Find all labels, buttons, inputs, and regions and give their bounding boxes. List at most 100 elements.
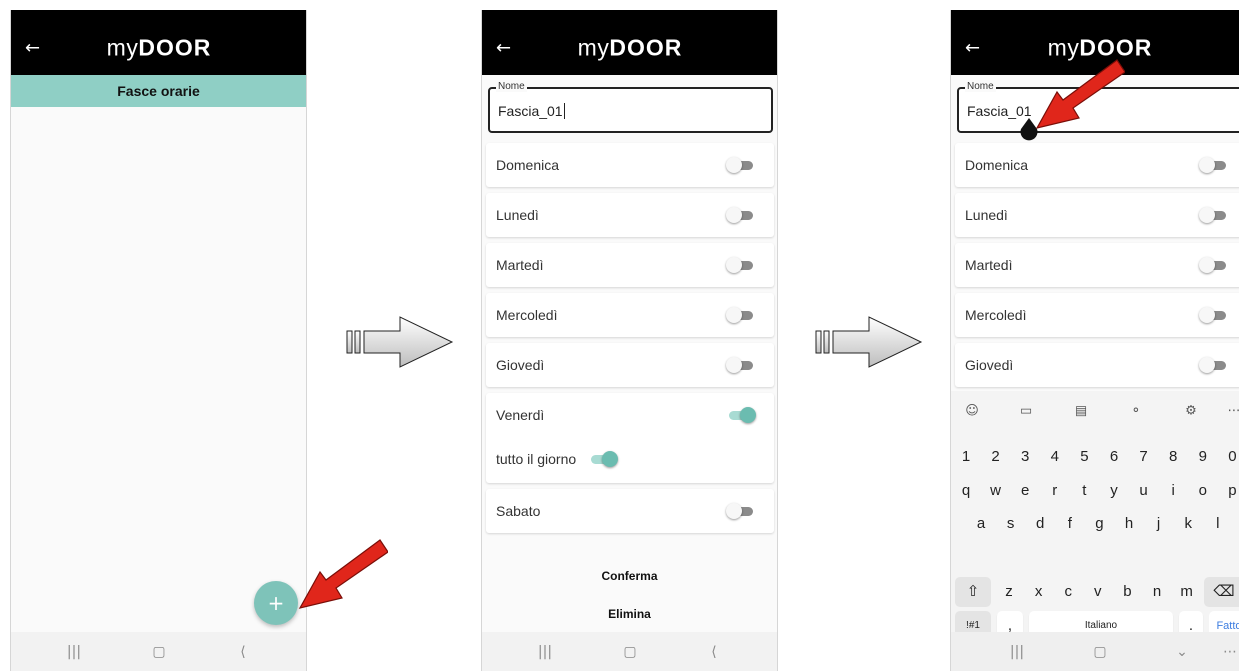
key-e[interactable]: e: [1012, 476, 1038, 506]
all-day-toggle[interactable]: [588, 451, 618, 467]
key-x[interactable]: x: [1026, 577, 1052, 607]
key-y[interactable]: y: [1101, 476, 1127, 506]
pointer-arrow-icon: [298, 539, 388, 609]
page-title: Fasce orarie: [11, 75, 306, 107]
key-k[interactable]: k: [1175, 509, 1201, 539]
key-b[interactable]: b: [1114, 577, 1140, 607]
day-row-monday: Lunedì: [955, 193, 1239, 237]
notes-icon[interactable]: ▤: [1075, 404, 1087, 419]
back-arrow-icon[interactable]: ←: [965, 38, 980, 59]
saturday-toggle[interactable]: [726, 503, 756, 519]
key-3[interactable]: 3: [1012, 442, 1038, 472]
home-icon[interactable]: ▢: [152, 644, 165, 660]
recent-apps-icon[interactable]: |||: [1010, 644, 1024, 660]
key-i[interactable]: i: [1160, 476, 1186, 506]
nav-back-icon[interactable]: ⟨: [711, 644, 716, 660]
backspace-key[interactable]: ⌫: [1204, 577, 1239, 607]
key-6[interactable]: 6: [1101, 442, 1127, 472]
day-row-thursday: Giovedì: [955, 343, 1239, 387]
home-icon[interactable]: ▢: [1093, 644, 1106, 660]
key-z[interactable]: z: [996, 577, 1022, 607]
mic-icon[interactable]: ⚬: [1131, 404, 1142, 419]
screen-time-slot-form: ← myDOOR Nome Fascia_01 Domenica Lunedì …: [481, 10, 778, 671]
key-0[interactable]: 0: [1219, 442, 1239, 472]
step-arrow-icon: [346, 316, 454, 368]
key-1[interactable]: 1: [953, 442, 979, 472]
system-nav-bar: ||| ▢ ⟨: [482, 632, 777, 671]
back-arrow-icon[interactable]: ←: [25, 38, 40, 59]
monday-toggle[interactable]: [726, 207, 756, 223]
recent-apps-icon[interactable]: |||: [67, 644, 81, 660]
day-row-saturday: Sabato: [486, 489, 774, 533]
keyboard-toolbar: ☺ ▭ ▤ ⚬ ⚙ ⋯: [951, 391, 1239, 431]
key-a[interactable]: a: [968, 509, 994, 539]
sunday-toggle[interactable]: [1199, 157, 1229, 173]
clipboard-icon[interactable]: ▭: [1020, 404, 1032, 419]
keyboard-switch-icon[interactable]: ⋯: [1223, 644, 1237, 660]
key-m[interactable]: m: [1174, 577, 1200, 607]
thursday-toggle[interactable]: [1199, 357, 1229, 373]
key-h[interactable]: h: [1116, 509, 1142, 539]
friday-toggle[interactable]: [726, 407, 756, 423]
thursday-toggle[interactable]: [726, 357, 756, 373]
key-4[interactable]: 4: [1042, 442, 1068, 472]
text-cursor: [563, 103, 565, 119]
all-day-label: tutto il giorno: [496, 451, 577, 467]
key-d[interactable]: d: [1027, 509, 1053, 539]
shift-key[interactable]: ⇧: [955, 577, 991, 607]
name-field-label: Nome: [496, 81, 527, 92]
system-nav-bar: ||| ▢ ⌄ ⋯: [951, 632, 1239, 671]
back-arrow-icon[interactable]: ←: [496, 38, 511, 59]
key-l[interactable]: l: [1205, 509, 1231, 539]
key-p[interactable]: p: [1219, 476, 1239, 506]
key-g[interactable]: g: [1086, 509, 1112, 539]
emoji-icon[interactable]: ☺: [965, 404, 979, 419]
key-7[interactable]: 7: [1131, 442, 1157, 472]
key-s[interactable]: s: [998, 509, 1024, 539]
key-u[interactable]: u: [1131, 476, 1157, 506]
app-bar: ← myDOOR: [482, 10, 777, 75]
key-c[interactable]: c: [1055, 577, 1081, 607]
key-5[interactable]: 5: [1071, 442, 1097, 472]
key-8[interactable]: 8: [1160, 442, 1186, 472]
key-2[interactable]: 2: [983, 442, 1009, 472]
name-field[interactable]: Nome Fascia_01: [488, 81, 773, 133]
recent-apps-icon[interactable]: |||: [538, 644, 552, 660]
nav-back-icon[interactable]: ⟨: [240, 644, 245, 660]
key-r[interactable]: r: [1042, 476, 1068, 506]
day-row-tuesday: Martedì: [486, 243, 774, 287]
step-arrow-icon: [815, 316, 923, 368]
day-row-friday: Venerdì tutto il giorno: [486, 393, 774, 483]
settings-icon[interactable]: ⚙: [1185, 404, 1197, 419]
key-t[interactable]: t: [1071, 476, 1097, 506]
key-w[interactable]: w: [983, 476, 1009, 506]
wednesday-toggle[interactable]: [1199, 307, 1229, 323]
more-icon[interactable]: ⋯: [1228, 404, 1239, 419]
add-time-slot-button[interactable]: +: [254, 581, 298, 625]
on-screen-keyboard: ☺ ▭ ▤ ⚬ ⚙ ⋯ 1234567890 qwertyuiop asdfghjk…: [951, 391, 1239, 671]
system-nav-bar: ||| ▢ ⟨: [11, 632, 306, 671]
key-v[interactable]: v: [1085, 577, 1111, 607]
key-f[interactable]: f: [1057, 509, 1083, 539]
home-icon[interactable]: ▢: [623, 644, 636, 660]
key-9[interactable]: 9: [1190, 442, 1216, 472]
pointer-arrow-icon: [1035, 59, 1125, 129]
sunday-toggle[interactable]: [726, 157, 756, 173]
key-q[interactable]: q: [953, 476, 979, 506]
day-row-thursday: Giovedì: [486, 343, 774, 387]
day-row-tuesday: Martedì: [955, 243, 1239, 287]
delete-button[interactable]: Elimina: [482, 607, 777, 621]
key-n[interactable]: n: [1144, 577, 1170, 607]
tuesday-toggle[interactable]: [726, 257, 756, 273]
name-field-value[interactable]: Fascia_01: [498, 103, 565, 119]
wednesday-toggle[interactable]: [726, 307, 756, 323]
tuesday-toggle[interactable]: [1199, 257, 1229, 273]
day-row-sunday: Domenica: [486, 143, 774, 187]
monday-toggle[interactable]: [1199, 207, 1229, 223]
app-bar: ← myDOOR: [11, 10, 306, 75]
key-o[interactable]: o: [1190, 476, 1216, 506]
day-row-sunday: Domenica: [955, 143, 1239, 187]
confirm-button[interactable]: Conferma: [482, 569, 777, 583]
key-j[interactable]: j: [1146, 509, 1172, 539]
hide-keyboard-icon[interactable]: ⌄: [1176, 644, 1188, 660]
